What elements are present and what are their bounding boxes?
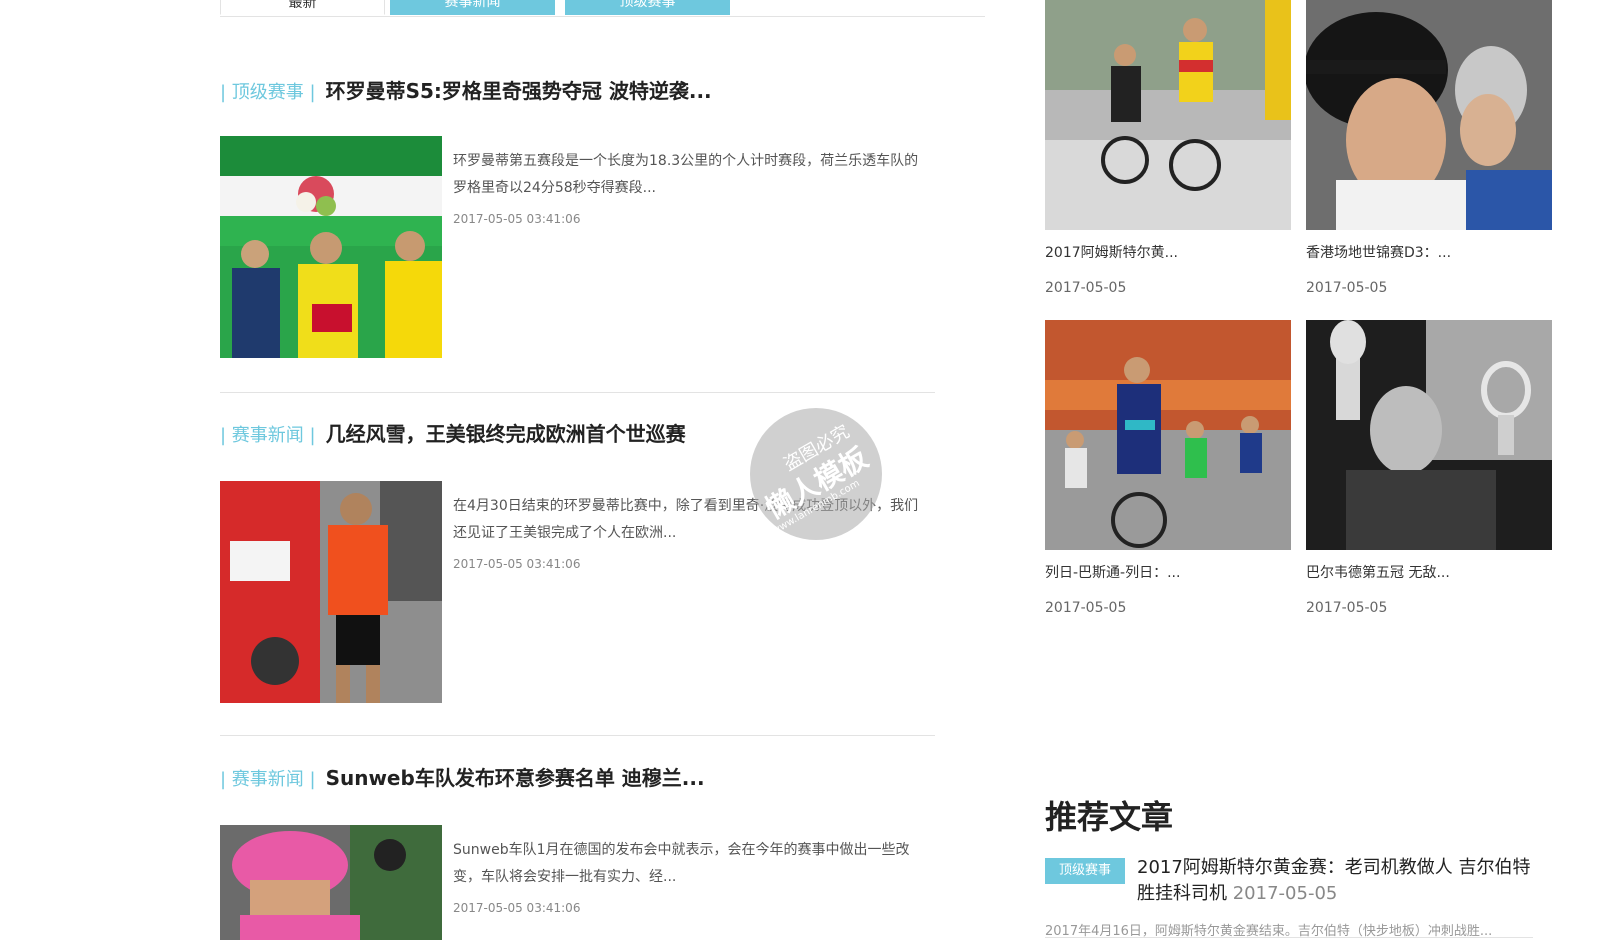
gallery-title[interactable]: 列日-巴斯通-列日：... (1045, 562, 1291, 582)
tab-race-news[interactable]: 赛事新闻 (390, 0, 555, 15)
article-summary: 环罗曼蒂第五赛段是一个长度为18.3公里的个人计时赛段，荷兰乐透车队的罗格里奇以… (453, 153, 919, 196)
article-title[interactable]: Sunweb车队发布环意参赛名单 迪穆兰... (326, 766, 705, 790)
gallery-card[interactable]: 列日-巴斯通-列日：... 2017-05-05 (1045, 320, 1291, 616)
gallery-card[interactable]: 香港场地世锦赛D3：... 2017-05-05 (1306, 0, 1552, 296)
recommended-heading: 推荐文章 (1045, 798, 1174, 836)
gallery-photo[interactable] (1306, 320, 1552, 550)
gallery-photo[interactable] (1045, 320, 1291, 550)
article-thumbnail[interactable] (220, 825, 442, 940)
article-title[interactable]: 环罗曼蒂S5:罗格里奇强势夺冠 波特逆袭... (326, 79, 712, 103)
watermark-stamp: 盗图必究 懒人模板 www.lanrenmb.com (750, 408, 882, 540)
recommended-article-title[interactable]: 2017阿姆斯特尔黄金赛：老司机教做人 吉尔伯特胜挂科司机 2017-05-05 (1137, 855, 1537, 907)
gallery-card[interactable]: 巴尔韦德第五冠 无敌... 2017-05-05 (1306, 320, 1552, 616)
gallery-photo[interactable] (1306, 0, 1552, 230)
article-category[interactable]: | 赛事新闻 | (220, 425, 316, 446)
divider (220, 392, 935, 393)
gallery-title[interactable]: 2017阿姆斯特尔黄... (1045, 242, 1291, 262)
tab-bar: 最新 赛事新闻 顶级赛事 (220, 0, 985, 17)
article-item[interactable]: | 顶级赛事 | 环罗曼蒂S5:罗格里奇强势夺冠 波特逆袭... 环罗曼蒂第五赛段… (220, 78, 935, 358)
article-header: | 顶级赛事 | 环罗曼蒂S5:罗格里奇强势夺冠 波特逆袭... (220, 78, 712, 104)
gallery-title[interactable]: 香港场地世锦赛D3：... (1306, 242, 1552, 262)
article-title[interactable]: 几经风雪，王美银终完成欧洲首个世巡赛 (326, 422, 686, 446)
gallery-card[interactable]: 2017阿姆斯特尔黄... 2017-05-05 (1045, 0, 1291, 296)
article-date: 2017-05-05 03:41:06 (453, 901, 581, 915)
article-date: 2017-05-05 03:41:06 (453, 212, 581, 226)
article-header: | 赛事新闻 | Sunweb车队发布环意参赛名单 迪穆兰... (220, 765, 705, 791)
article-date: 2017-05-05 03:41:06 (453, 557, 581, 571)
gallery-photo[interactable] (1045, 0, 1291, 230)
article-category[interactable]: | 赛事新闻 | (220, 769, 316, 790)
divider (1045, 937, 1533, 938)
tab-top-races[interactable]: 顶级赛事 (565, 0, 730, 15)
gallery-date: 2017-05-05 (1045, 600, 1127, 616)
divider (220, 735, 935, 736)
article-header: | 赛事新闻 | 几经风雪，王美银终完成欧洲首个世巡赛 (220, 421, 686, 447)
gallery-date: 2017-05-05 (1045, 280, 1127, 296)
article-summary: Sunweb车队1月在德国的发布会中就表示，会在今年的赛事中做出一些改变，车队将… (453, 842, 910, 885)
gallery-date: 2017-05-05 (1306, 600, 1388, 616)
gallery-date: 2017-05-05 (1306, 280, 1388, 296)
article-category[interactable]: | 顶级赛事 | (220, 82, 316, 103)
article-thumbnail[interactable] (220, 481, 442, 703)
article-thumbnail[interactable] (220, 136, 442, 358)
gallery-title[interactable]: 巴尔韦德第五冠 无敌... (1306, 562, 1552, 582)
recommended-date: 2017-05-05 (1232, 883, 1338, 904)
tab-latest[interactable]: 最新 (220, 0, 385, 15)
article-item[interactable]: | 赛事新闻 | Sunweb车队发布环意参赛名单 迪穆兰... Sunweb车队… (220, 765, 935, 940)
recommended-category-badge[interactable]: 顶级赛事 (1045, 858, 1125, 884)
